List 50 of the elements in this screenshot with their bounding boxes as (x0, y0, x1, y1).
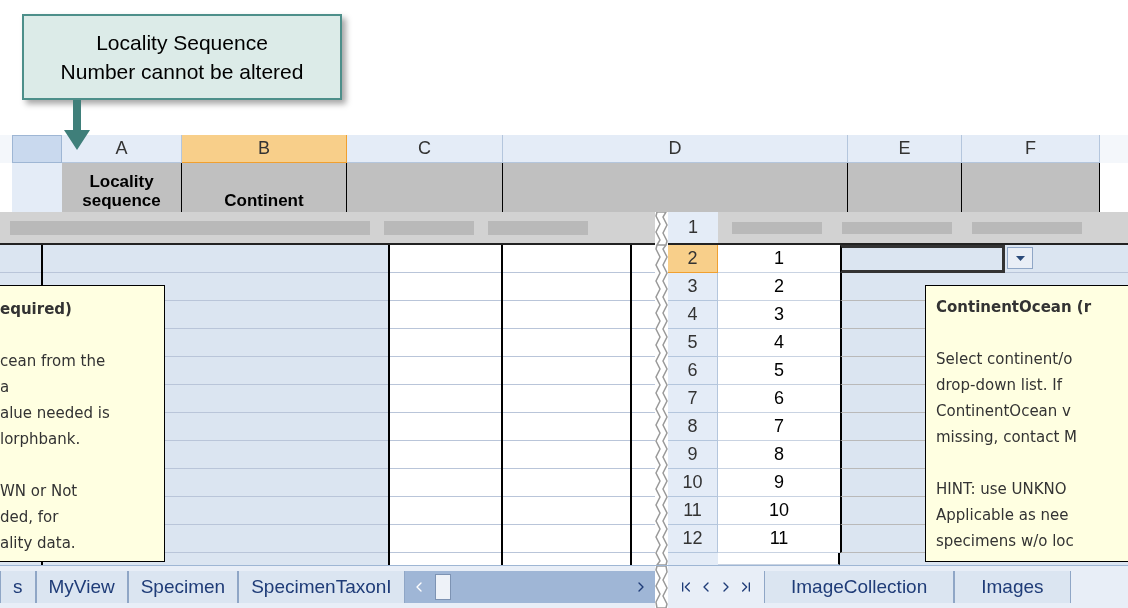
callout-arrow-icon (64, 100, 90, 150)
sheet-tab[interactable]: SpecimenTaxonI (238, 571, 405, 603)
callout-text: Locality Sequence (96, 30, 268, 56)
tooltip-text: cean from the (0, 351, 107, 372)
tooltip-text: lorphbank. (0, 429, 82, 450)
tooltip-text: missing, contact M (936, 427, 1078, 448)
row-header[interactable]: 9 (668, 441, 718, 469)
row-header[interactable]: 4 (668, 301, 718, 329)
row-header[interactable]: 11 (668, 497, 718, 525)
header-text: Locality sequence (81, 172, 162, 210)
column-header[interactable]: D (503, 135, 848, 163)
sheet-tab[interactable]: Images (954, 571, 1071, 603)
column-header[interactable]: C (347, 135, 503, 163)
caret-icon (1015, 255, 1025, 261)
callout-text: Number cannot be altered (60, 59, 304, 85)
sheet-tab[interactable]: ImageCollection (764, 571, 955, 603)
dropdown-button[interactable] (1007, 247, 1033, 269)
row-header[interactable]: 6 (668, 357, 718, 385)
tooltip-text: ded, for (0, 507, 60, 528)
tooltip-text: specimens w/o loc (936, 531, 1075, 552)
tooltip-text: ality data. (0, 533, 77, 554)
table-cell[interactable] (840, 245, 1005, 273)
row-header[interactable]: 10 (668, 469, 718, 497)
sheet-tab[interactable]: Specimen (127, 571, 239, 603)
tooltip-text: alue needed is (0, 403, 111, 424)
tooltip-text: WN or Not (0, 481, 79, 502)
column-header[interactable]: B (182, 135, 347, 163)
row-header[interactable]: 1 (668, 212, 718, 243)
header-text: Continent (224, 191, 304, 210)
row-header[interactable]: 12 (668, 525, 718, 553)
tooltip-text: Applicable as nee (936, 505, 1070, 526)
scroll-thumb[interactable] (434, 574, 451, 600)
row-header[interactable]: 3 (668, 273, 718, 301)
tooltip-title: equired) (0, 299, 73, 320)
column-header[interactable]: F (962, 135, 1100, 163)
column-header[interactable]: E (848, 135, 962, 163)
row-header[interactable]: 8 (668, 413, 718, 441)
column-header[interactable]: A (62, 135, 182, 163)
row-header[interactable]: 5 (668, 329, 718, 357)
sheet-tab[interactable]: MyView (35, 571, 128, 603)
tooltip-text: ContinentOcean v (936, 401, 1072, 422)
tooltip-text: drop-down list. If (936, 375, 1064, 396)
row-header[interactable]: 7 (668, 385, 718, 413)
tooltip-text: a (0, 377, 11, 398)
tooltip-title: ContinentOcean (r (936, 297, 1093, 318)
horizontal-scrollbar[interactable] (404, 571, 655, 603)
tooltip-text: HINT: use UNKNO (936, 479, 1068, 500)
row-header[interactable]: 2 (668, 245, 718, 273)
tooltip-text: Select continent/o (936, 349, 1074, 370)
sheet-tab[interactable]: s (0, 571, 36, 603)
